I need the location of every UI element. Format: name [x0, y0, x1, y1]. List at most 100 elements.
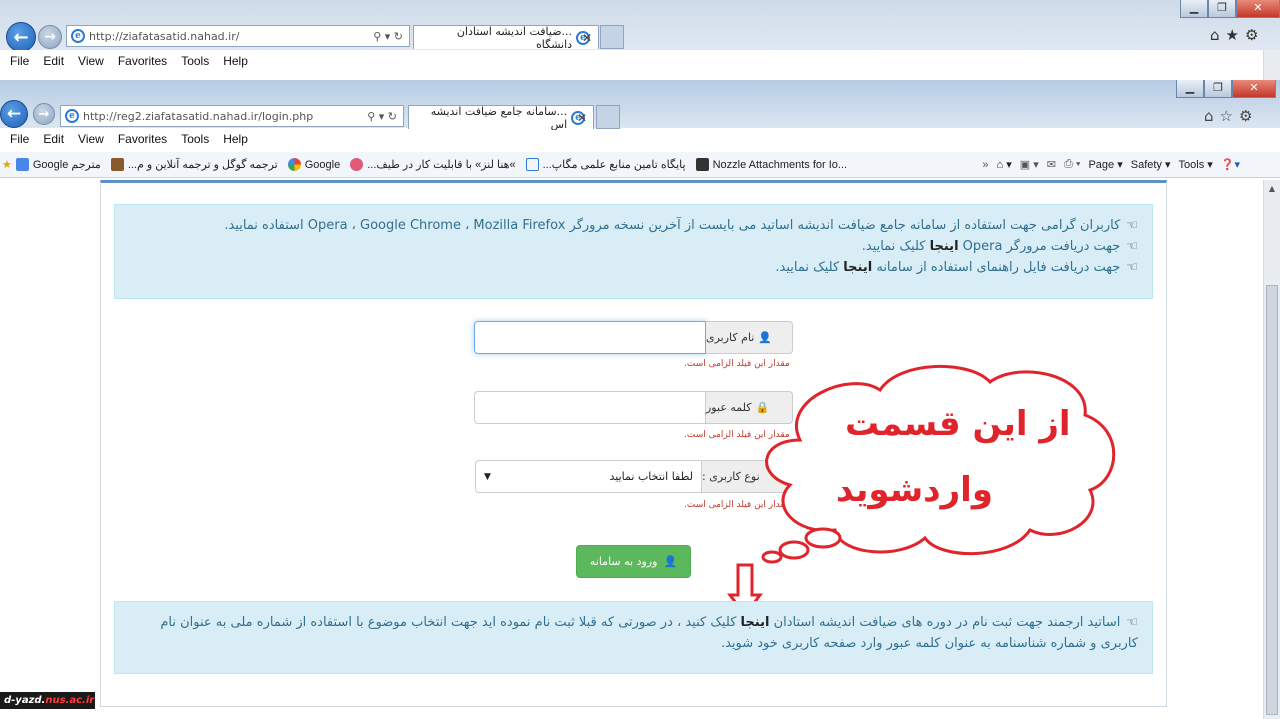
home-cmd-icon[interactable]: ⌂ ▾	[997, 158, 1012, 171]
inner-close-tab-icon[interactable]: ✕	[577, 111, 587, 125]
nozzle-icon	[695, 158, 709, 171]
notice-line-3: ☜ جهت دریافت فایل راهنمای استفاده از ساما…	[129, 257, 1138, 278]
scroll-thumb[interactable]	[1266, 285, 1278, 715]
fav-lens[interactable]: ...هنا لنز» با قابلیت کار در طیف«	[350, 158, 516, 171]
home-icon[interactable]: ⌂	[1210, 26, 1226, 44]
username-row: 👤 نام کاربری	[474, 321, 793, 354]
inner-menu-view[interactable]: View	[78, 132, 104, 146]
outer-tab-title: ...ضیافت اندیشه استادان دانشگاه	[456, 24, 573, 51]
watermark: d-yazd. nus.ac.ir	[0, 692, 95, 709]
favorites-star-add-icon[interactable]: ★	[2, 158, 12, 171]
watermark-suffix: nus.ac.ir	[45, 695, 95, 706]
opera-download-link[interactable]: اینجا	[930, 239, 959, 254]
notice-bottom: ☜ اساتید ارجمند جهت ثبت نام در دوره های ض…	[114, 601, 1153, 674]
outer-address-text: http://ziafatasatid.nahad.ir/	[89, 29, 240, 43]
username-input[interactable]	[474, 321, 706, 354]
safety-menu[interactable]: Safety ▾	[1131, 158, 1171, 171]
inner-gear-icon[interactable]: ⚙	[1239, 107, 1258, 125]
menu-file[interactable]: File	[10, 54, 29, 68]
inner-address-text: http://reg2.ziafatasatid.nahad.ir/login.…	[83, 109, 314, 123]
command-bar: » ⌂ ▾ ▣ ▾ ✉ ⎙ ▾ Page ▾ Safety ▾ Tools ▾ …	[982, 158, 1240, 171]
outer-browser-toolbar: ← → e http://ziafatasatid.nahad.ir/ ⚲ ▾ …	[0, 0, 1280, 52]
page-scrollbar[interactable]: ▲	[1263, 180, 1280, 719]
menu-favorites[interactable]: Favorites	[118, 54, 167, 68]
guide-download-link[interactable]: اینجا	[843, 260, 872, 275]
maximize-button[interactable]: ❐	[1208, 0, 1236, 18]
usertype-selected: لطفا انتخاب نمایید	[609, 470, 693, 483]
cloud-shape	[765, 365, 1116, 555]
inner-back-button[interactable]: ←	[0, 100, 28, 128]
inner-menu-edit[interactable]: Edit	[43, 132, 64, 146]
ie-page-icon	[525, 158, 539, 171]
fav-label: ...هنا لنز» با قابلیت کار در طیف«	[367, 159, 516, 171]
cloud-callout	[761, 365, 1116, 564]
notice-line-1: ☜ کاربران گرامی جهت استفاده از سامانه جام…	[129, 215, 1138, 236]
fav-label: ...ترجمه گوگل و ترجمه آنلاین و م	[127, 159, 278, 171]
gear-icon[interactable]: ⚙	[1245, 26, 1264, 44]
notice-top: ☜ کاربران گرامی جهت استفاده از سامانه جام…	[114, 204, 1153, 299]
fav-google-translate[interactable]: Google مترجم	[15, 158, 101, 171]
user-icon: 👤	[758, 331, 773, 344]
menu-view[interactable]: View	[78, 54, 104, 68]
page-menu[interactable]: Page ▾	[1088, 158, 1122, 171]
fav-nozzle[interactable]: Nozzle Attachments for Io...	[695, 158, 848, 171]
inner-home-star-gear: ⌂☆⚙	[1204, 107, 1258, 125]
fav-google[interactable]: Google	[287, 158, 340, 171]
new-tab-button[interactable]	[600, 25, 624, 49]
close-tab-icon[interactable]: ✕	[582, 31, 592, 45]
feeds-icon[interactable]: ▣ ▾	[1020, 158, 1039, 171]
close-window-button[interactable]: ✕	[1236, 0, 1280, 18]
inner-tab-title: ...سامانه جامع ضیافت اندیشه اس	[430, 104, 568, 131]
outer-menu-bar: File Edit View Favorites Tools Help	[0, 50, 1280, 72]
cloud-bubble-medium	[778, 540, 810, 560]
more-chevron-icon[interactable]: »	[982, 159, 988, 171]
inner-browser-toolbar: ← → e http://reg2.ziafatasatid.nahad.ir/…	[0, 80, 1280, 131]
pointing-hand-icon: ☜	[1126, 239, 1138, 254]
inner-home-icon[interactable]: ⌂	[1204, 107, 1220, 125]
search-refresh-icons[interactable]: ⚲ ▾ ↻	[373, 30, 403, 43]
inner-close-window-button[interactable]: ✕	[1232, 80, 1276, 98]
mail-icon[interactable]: ✉	[1047, 158, 1056, 171]
forward-button[interactable]: →	[38, 25, 62, 49]
login-button[interactable]: 👤 ورود به سامانه	[576, 545, 691, 578]
inner-new-tab-button[interactable]	[596, 105, 620, 129]
pointing-hand-icon: ☜	[1126, 615, 1138, 630]
inner-tab[interactable]: e ...سامانه جامع ضیافت اندیشه اس ✕	[408, 104, 594, 131]
outer-window-buttons: ▁ ❐ ✕	[1180, 0, 1280, 18]
inner-star-icon[interactable]: ☆	[1220, 107, 1239, 125]
inner-menu-file[interactable]: File	[10, 132, 29, 146]
menu-tools[interactable]: Tools	[181, 54, 209, 68]
inner-minimize-button[interactable]: ▁	[1176, 80, 1204, 98]
inner-menu-bar: File Edit View Favorites Tools Help	[0, 130, 1280, 148]
menu-help[interactable]: Help	[223, 54, 248, 68]
inner-menu-favorites[interactable]: Favorites	[118, 132, 167, 146]
watermark-prefix: d-yazd.	[4, 695, 46, 706]
favorites-star-icon[interactable]: ★	[1226, 26, 1245, 44]
help-icon[interactable]: ❓▾	[1221, 158, 1240, 171]
inner-menu-tools[interactable]: Tools	[181, 132, 209, 146]
outer-tab[interactable]: e ...ضیافت اندیشه استادان دانشگاه ✕	[413, 24, 599, 51]
notice-line-2: ☜ جهت دریافت مرورگر Opera اینجا کلیک نمای…	[129, 236, 1138, 257]
outer-scrollbar[interactable]	[1263, 50, 1280, 80]
scroll-up-arrow[interactable]: ▲	[1264, 180, 1280, 197]
minimize-button[interactable]: ▁	[1180, 0, 1208, 18]
usertype-select[interactable]: ▼ لطفا انتخاب نمایید	[475, 460, 702, 493]
ie-icon: e	[71, 29, 85, 43]
inner-forward-button[interactable]: →	[33, 103, 55, 125]
fav-megapaper[interactable]: ...پایگاه تامین منابع علمی مگاپ	[525, 158, 686, 171]
menu-edit[interactable]: Edit	[43, 54, 64, 68]
inner-menu-help[interactable]: Help	[223, 132, 248, 146]
inner-address-bar[interactable]: e http://reg2.ziafatasatid.nahad.ir/logi…	[60, 105, 404, 127]
inner-maximize-button[interactable]: ❐	[1204, 80, 1232, 98]
fav-label: Nozzle Attachments for Io...	[712, 158, 848, 171]
user-icon: 👤	[663, 555, 678, 568]
favorites-bar: ★ Google مترجم ...ترجمه گوگل و ترجمه آنل…	[0, 152, 1280, 178]
print-icon[interactable]: ⎙ ▾	[1064, 158, 1080, 171]
back-button[interactable]: ←	[6, 22, 36, 52]
password-input[interactable]	[474, 391, 706, 424]
tools-menu[interactable]: Tools ▾	[1179, 158, 1213, 171]
outer-address-bar[interactable]: e http://ziafatasatid.nahad.ir/ ⚲ ▾ ↻	[66, 25, 410, 47]
register-link[interactable]: اینجا	[741, 615, 770, 630]
inner-search-refresh-icons[interactable]: ⚲ ▾ ↻	[367, 110, 397, 123]
fav-translate-online[interactable]: ...ترجمه گوگل و ترجمه آنلاین و م	[110, 158, 278, 171]
